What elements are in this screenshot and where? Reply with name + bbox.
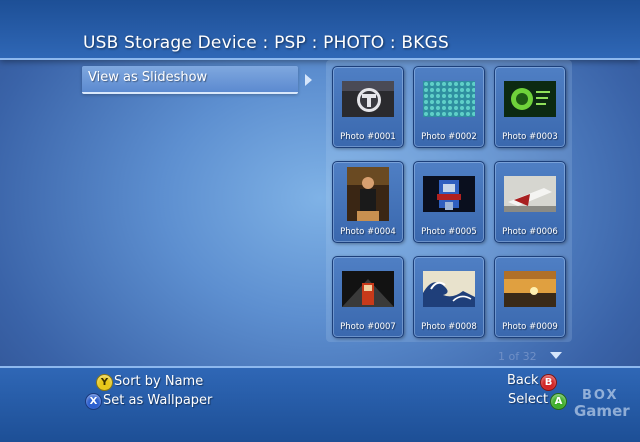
photo-thumbnail xyxy=(423,271,475,307)
photo-label: Photo #0003 xyxy=(502,132,558,142)
photo-thumbnail xyxy=(504,271,556,307)
chevron-right-icon xyxy=(305,74,312,86)
photo-thumbnail xyxy=(504,81,556,117)
photo-label: Photo #0004 xyxy=(340,227,396,237)
page-indicator: 1 of 32 xyxy=(498,350,537,363)
photo-thumbnail xyxy=(423,176,475,212)
photo-tile-0006[interactable]: Photo #0006 xyxy=(494,161,566,243)
photo-thumbnail xyxy=(423,81,475,117)
photo-label: Photo #0009 xyxy=(502,322,558,332)
b-button-icon: B xyxy=(540,374,557,391)
view-as-slideshow-menu-item[interactable]: View as Slideshow xyxy=(82,66,298,94)
set-as-wallpaper-action[interactable]: Set as Wallpaper xyxy=(103,393,212,408)
photo-label: Photo #0006 xyxy=(502,227,558,237)
photo-label: Photo #0007 xyxy=(340,322,396,332)
photo-label: Photo #0001 xyxy=(340,132,396,142)
select-action[interactable]: Select xyxy=(508,392,548,407)
photo-label: Photo #0008 xyxy=(421,322,477,332)
photo-thumbnail xyxy=(347,167,389,221)
photo-tile-0004[interactable]: Photo #0004 xyxy=(332,161,404,243)
breadcrumb-title: USB Storage Device : PSP : PHOTO : BKGS xyxy=(83,33,450,53)
watermark-logo: BOX Gamer xyxy=(560,388,636,438)
sort-by-name-action[interactable]: Sort by Name xyxy=(114,374,203,389)
photo-thumbnail xyxy=(342,81,394,117)
photo-label: Photo #0005 xyxy=(421,227,477,237)
photo-tile-0007[interactable]: Photo #0007 xyxy=(332,256,404,338)
photo-tile-0005[interactable]: Photo #0005 xyxy=(413,161,485,243)
photo-tile-0008[interactable]: Photo #0008 xyxy=(413,256,485,338)
photo-tile-0002[interactable]: Photo #0002 xyxy=(413,66,485,148)
photo-tile-0009[interactable]: Photo #0009 xyxy=(494,256,566,338)
photo-thumbnail xyxy=(504,176,556,212)
scroll-down-arrow-icon[interactable] xyxy=(550,352,562,359)
y-button-icon: Y xyxy=(96,374,113,391)
photo-tile-0001[interactable]: Photo #0001 xyxy=(332,66,404,148)
x-button-icon: X xyxy=(85,393,102,410)
back-action[interactable]: Back xyxy=(507,373,539,388)
watermark-line-1: BOX xyxy=(582,388,619,403)
menu-item-label: View as Slideshow xyxy=(88,70,208,85)
watermark-line-2: Gamer xyxy=(574,402,630,420)
photo-label: Photo #0002 xyxy=(421,132,477,142)
photo-tile-0003[interactable]: Photo #0003 xyxy=(494,66,566,148)
photo-thumbnail xyxy=(342,271,394,307)
